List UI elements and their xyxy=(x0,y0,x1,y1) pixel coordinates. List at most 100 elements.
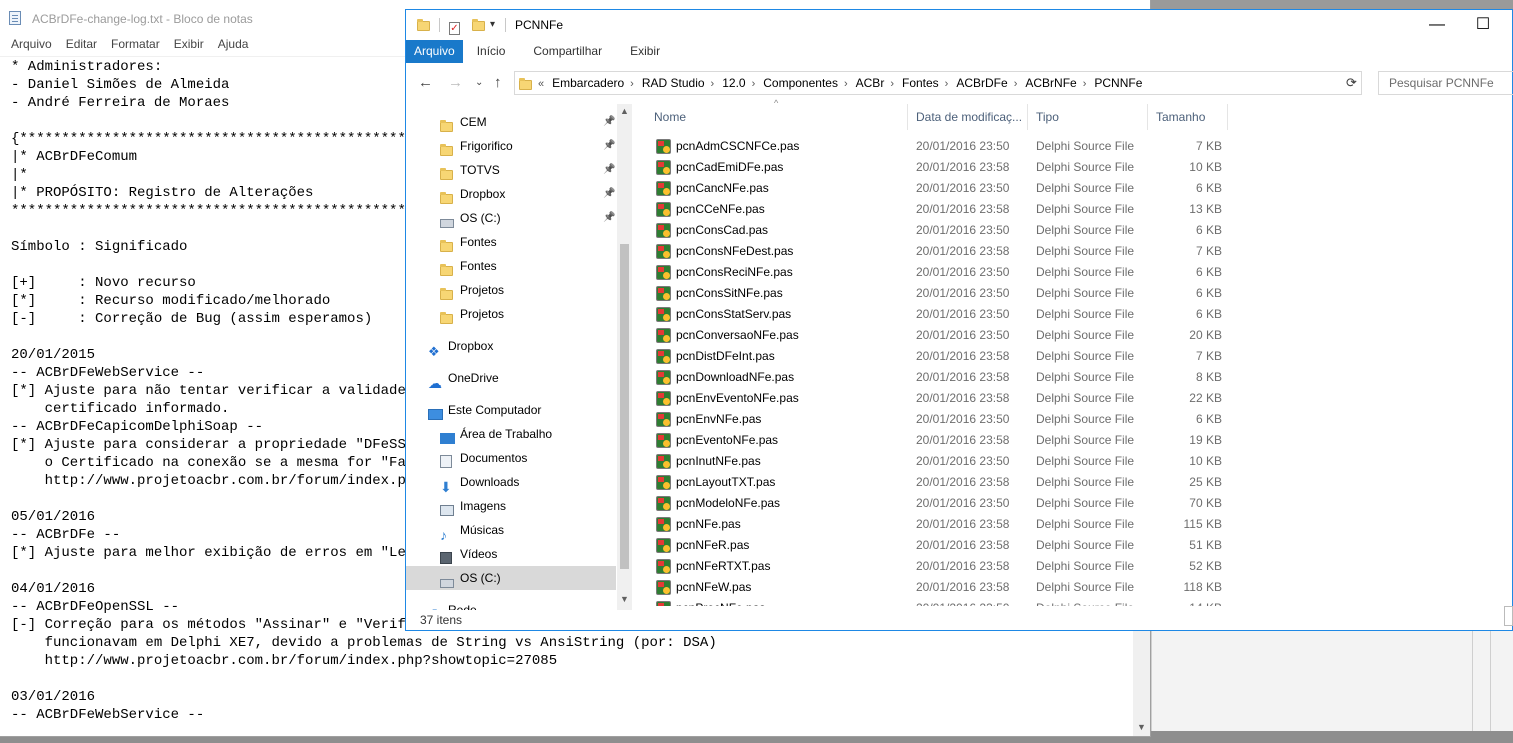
file-row[interactable]: pcnAdmCSCNFCe.pas 20/01/2016 23:50 Delphi … xyxy=(646,136,1246,157)
column-header-size[interactable]: Tamanho xyxy=(1148,104,1228,130)
forward-arrow-icon[interactable]: → xyxy=(448,74,463,91)
column-header-type[interactable]: Tipo xyxy=(1028,104,1148,130)
ribbon-tabs: Arquivo Início Compartilhar Exibir xyxy=(406,40,1512,63)
file-date: 20/01/2016 23:58 xyxy=(916,580,1010,594)
file-date: 20/01/2016 23:50 xyxy=(916,328,1010,342)
file-size: 13 KB xyxy=(1189,202,1222,216)
file-row[interactable]: pcnEventoNFe.pas 20/01/2016 23:58 Delphi S… xyxy=(646,430,1246,451)
file-type: Delphi Source File xyxy=(1036,559,1135,573)
tab-arquivo[interactable]: Arquivo xyxy=(406,40,463,63)
breadcrumb-item[interactable]: Componentes xyxy=(763,76,838,90)
breadcrumb-chevron-icon[interactable]: › xyxy=(630,78,634,90)
breadcrumb-chevron-icon[interactable]: › xyxy=(711,78,715,90)
file-date: 20/01/2016 23:50 xyxy=(916,307,1010,321)
breadcrumb-item[interactable]: Fontes xyxy=(902,76,939,90)
file-row[interactable]: pcnDistDFeInt.pas 20/01/2016 23:58 Delphi … xyxy=(646,346,1246,367)
text-line: - André Ferreira de Moraes xyxy=(11,95,230,111)
file-type: Delphi Source File xyxy=(1036,475,1135,489)
file-size: 10 KB xyxy=(1189,160,1222,174)
breadcrumb-item[interactable]: ACBr xyxy=(856,76,885,90)
breadcrumb-chevron-icon[interactable]: › xyxy=(945,78,949,90)
file-size: 52 KB xyxy=(1189,559,1222,573)
file-row[interactable]: pcnNFeRTXT.pas 20/01/2016 23:58 Delphi Sou… xyxy=(646,556,1246,577)
file-type: Delphi Source File xyxy=(1036,139,1135,153)
text-line: |* ACBrDFeComum xyxy=(11,149,138,165)
file-row[interactable]: pcnConsReciNFe.pas 20/01/2016 23:50 Delphi… xyxy=(646,262,1246,283)
file-row[interactable]: pcnEnvNFe.pas 20/01/2016 23:50 Delphi Sour… xyxy=(646,409,1246,430)
file-date: 20/01/2016 23:58 xyxy=(916,391,1010,405)
file-row[interactable]: pcnConversaoNFe.pas 20/01/2016 23:50 Delph… xyxy=(646,325,1246,346)
breadcrumb-chevron-icon[interactable]: › xyxy=(844,78,848,90)
maximize-button[interactable]: ☐ xyxy=(1460,10,1506,40)
menu-formatar[interactable]: Formatar xyxy=(104,36,167,56)
scroll-up-arrow-icon[interactable]: ▲ xyxy=(617,106,632,116)
file-row[interactable]: pcnDownloadNFe.pas 20/01/2016 23:58 Delphi… xyxy=(646,367,1246,388)
file-row[interactable]: pcnEnvEventoNFe.pas 20/01/2016 23:58 Delph… xyxy=(646,388,1246,409)
breadcrumb-item[interactable]: PCNNFe xyxy=(1094,76,1142,90)
breadcrumb-chevron-icon[interactable]: › xyxy=(890,78,894,90)
file-row[interactable]: pcnNFeW.pas 20/01/2016 23:58 Delphi Source… xyxy=(646,577,1246,598)
column-header-date[interactable]: Data de modificaç... xyxy=(908,104,1028,130)
file-row[interactable]: pcnConsCad.pas 20/01/2016 23:50 Delphi Sou… xyxy=(646,220,1246,241)
scroll-down-arrow-icon[interactable]: ▼ xyxy=(1133,720,1150,734)
file-row[interactable]: pcnConsStatServ.pas 20/01/2016 23:50 Delph… xyxy=(646,304,1246,325)
menu-arquivo[interactable]: Arquivo xyxy=(4,36,59,56)
file-date: 20/01/2016 23:50 xyxy=(916,265,1010,279)
file-row[interactable]: pcnConsNFeDest.pas 20/01/2016 23:58 Delphi… xyxy=(646,241,1246,262)
breadcrumb-item[interactable]: ACBrNFe xyxy=(1025,76,1076,90)
file-row[interactable]: pcnLayoutTXT.pas 20/01/2016 23:58 Delphi S… xyxy=(646,472,1246,493)
file-row[interactable]: pcnNFeR.pas 20/01/2016 23:58 Delphi Source… xyxy=(646,535,1246,556)
breadcrumb-item[interactable]: Embarcadero xyxy=(552,76,624,90)
breadcrumb-chevron-icon[interactable]: › xyxy=(1014,78,1018,90)
refresh-icon[interactable]: ⟳ xyxy=(1346,75,1357,91)
pin-icon[interactable]: 📌 xyxy=(603,110,615,134)
quick-access-dropdown-icon[interactable]: ▾ xyxy=(490,19,495,30)
file-name: pcnConsStatServ.pas xyxy=(676,307,792,321)
view-toggle-button[interactable] xyxy=(1504,606,1513,626)
file-row[interactable]: pcnNFe.pas 20/01/2016 23:58 Delphi Source … xyxy=(646,514,1246,535)
address-bar[interactable]: « Embarcadero › RAD Studio › 12.0 › Componentes… xyxy=(514,71,1362,95)
breadcrumb-item[interactable]: 12.0 xyxy=(722,76,745,90)
file-name: pcnConversaoNFe.pas xyxy=(676,328,799,342)
breadcrumb-chevron-icon[interactable]: › xyxy=(1083,78,1087,90)
breadcrumb-chevron-icon[interactable]: › xyxy=(752,78,756,90)
file-row[interactable]: pcnCancNFe.pas 20/01/2016 23:50 Delphi Sou… xyxy=(646,178,1246,199)
file-row[interactable]: pcnInutNFe.pas 20/01/2016 23:50 Delphi Sou… xyxy=(646,451,1246,472)
breadcrumb-overflow[interactable]: « xyxy=(538,78,544,90)
file-date: 20/01/2016 23:58 xyxy=(916,160,1010,174)
back-arrow-icon[interactable]: ← xyxy=(418,74,433,91)
file-type: Delphi Source File xyxy=(1036,223,1135,237)
file-row[interactable]: pcnProcNFe.pas 20/01/2016 23:50 Delphi Sou… xyxy=(646,598,1246,606)
file-name: pcnNFeR.pas xyxy=(676,538,750,552)
file-name: pcnCancNFe.pas xyxy=(676,181,769,195)
minimize-button[interactable]: — xyxy=(1414,10,1460,40)
up-arrow-icon[interactable]: ↑ xyxy=(494,74,502,91)
new-folder-icon[interactable] xyxy=(472,18,485,36)
tab-compartilhar[interactable]: Compartilhar xyxy=(519,40,616,63)
explorer-titlebar[interactable]: ✓ ▾ PCNNFe — ☐ xyxy=(406,10,1512,40)
sidebar-item[interactable]: CEM 📌 xyxy=(406,110,616,134)
delphi-source-file-icon xyxy=(656,601,671,606)
file-size: 25 KB xyxy=(1189,475,1222,489)
text-line: -- ACBrDFe -- xyxy=(11,527,121,543)
breadcrumb-item[interactable]: RAD Studio xyxy=(642,76,705,90)
tab-inicio[interactable]: Início xyxy=(463,40,520,63)
file-type: Delphi Source File xyxy=(1036,202,1135,216)
file-name: pcnDownloadNFe.pas xyxy=(676,370,795,384)
properties-check-icon[interactable]: ✓ xyxy=(449,18,460,36)
file-name: pcnInutNFe.pas xyxy=(676,454,761,468)
file-row[interactable]: pcnConsSitNFe.pas 20/01/2016 23:50 Delphi … xyxy=(646,283,1246,304)
delphi-source-file-icon xyxy=(656,391,671,406)
search-input[interactable]: Pesquisar PCNNFe xyxy=(1378,71,1513,95)
file-date: 20/01/2016 23:58 xyxy=(916,433,1010,447)
file-row[interactable]: pcnCCeNFe.pas 20/01/2016 23:58 Delphi Sour… xyxy=(646,199,1246,220)
menu-exibir[interactable]: Exibir xyxy=(167,36,211,56)
tab-exibir[interactable]: Exibir xyxy=(616,40,674,63)
menu-editar[interactable]: Editar xyxy=(59,36,104,56)
breadcrumb-item[interactable]: ACBrDFe xyxy=(956,76,1007,90)
file-row[interactable]: pcnCadEmiDFe.pas 20/01/2016 23:58 Delphi S… xyxy=(646,157,1246,178)
menu-ajuda[interactable]: Ajuda xyxy=(211,36,256,56)
recent-locations-chevron-icon[interactable]: ⌄ xyxy=(475,77,483,88)
column-header-name[interactable]: Nome xyxy=(646,104,908,130)
file-row[interactable]: pcnModeloNFe.pas 20/01/2016 23:50 Delphi S… xyxy=(646,493,1246,514)
